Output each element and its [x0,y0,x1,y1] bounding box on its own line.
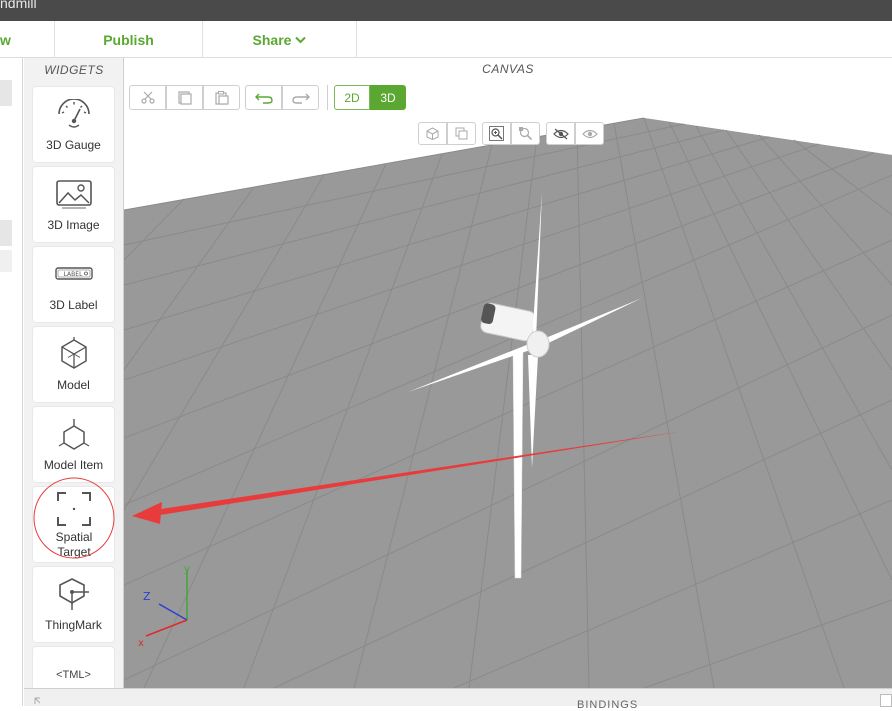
model-item-icon [58,419,89,450]
copy-icon [177,90,192,105]
eye-icon [581,129,598,138]
zoom-in-icon [489,126,504,141]
widgets-panel: WIDGETS 3D Gauge 3D Image LABEL 3D Label… [24,58,124,688]
undo-button[interactable] [245,85,282,110]
windmill-tower [512,351,524,579]
bindings-title: BINDINGS [577,699,639,711]
window-title-bar: ndmill [0,0,892,21]
toolbar-divider [327,85,328,110]
label-icon: LABEL [54,267,93,280]
zoom-selection-icon [519,127,533,141]
widget-model-item[interactable]: Model Item [33,407,114,482]
left-project-strip [0,58,23,706]
widget-model[interactable]: Model [33,327,114,402]
eye-off-icon [552,128,569,139]
widget-thingmark[interactable]: ThingMark [33,567,114,642]
strip-item[interactable] [0,220,12,246]
copy-button[interactable] [166,85,203,110]
strip-item[interactable] [0,250,12,272]
tml-icon: <TML> [56,669,91,681]
mode-2d-label: 2D [344,90,360,105]
nav-item-view-label: w [0,31,11,48]
undo-icon [254,93,273,104]
mode-2d-button[interactable]: 2D [334,85,370,110]
publish-label: Publish [103,31,154,48]
widget-3d-gauge[interactable]: 3D Gauge [33,87,114,162]
widget-label: 3D Label [49,298,98,312]
image-icon [55,180,92,209]
svg-text:LABEL: LABEL [63,271,82,278]
widget-label: Model Item [43,458,104,472]
scissors-icon [140,91,155,104]
widget-label: Model [57,378,90,392]
chevron-down-icon [295,36,307,43]
window-title: ndmill [0,0,37,11]
paste-button[interactable] [203,85,240,110]
strip-item[interactable] [0,80,12,106]
publish-button[interactable]: Publish [55,21,203,58]
cut-button[interactable] [129,85,166,110]
widget-3d-label[interactable]: LABEL 3D Label [33,247,114,322]
share-button[interactable]: Share [203,21,357,58]
mode-3d-button[interactable]: 3D [370,85,406,110]
zoom-selected-button[interactable] [511,122,540,145]
canvas-viewport[interactable]: y Z x 2D 3D [124,80,892,688]
annotation-circle [33,477,115,559]
redo-icon [291,93,310,104]
widgets-panel-title: WIDGETS [44,63,104,77]
share-label: Share [252,31,292,48]
canvas-panel-title: CANVAS [124,58,892,80]
windmill-hub [526,330,550,358]
gauge-icon [57,99,90,128]
mode-3d-label: 3D [380,90,396,105]
expand-icon [34,697,41,704]
widget-label: 3D Gauge [46,138,101,152]
axis-label-x: x [138,638,144,649]
3d-scene[interactable]: y Z x [124,80,892,688]
widget-label: ThingMark [45,618,102,632]
show-button[interactable] [575,122,604,145]
model-cube-icon [60,337,87,369]
thingmark-icon [58,578,89,610]
widget-tml[interactable]: <TML> [33,647,114,688]
paste-icon [214,90,229,105]
axis-label-z: Z [143,590,151,603]
widget-label: 3D Image [47,218,100,232]
zoom-fit-button[interactable] [482,122,511,145]
panel-toggle[interactable] [880,694,892,707]
layers-icon [455,127,468,140]
hide-button[interactable] [546,122,575,145]
redo-button[interactable] [282,85,319,110]
duplicate-view-button[interactable] [447,122,476,145]
cube-icon [426,127,439,140]
widget-3d-image[interactable]: 3D Image [33,167,114,242]
top-navigation: w Publish Share [0,21,892,58]
nav-item-view[interactable]: w [0,21,55,58]
isolate-view-button[interactable] [418,122,447,145]
bindings-panel-header[interactable]: BINDINGS [24,688,892,711]
axis-label-y: y [184,564,190,575]
